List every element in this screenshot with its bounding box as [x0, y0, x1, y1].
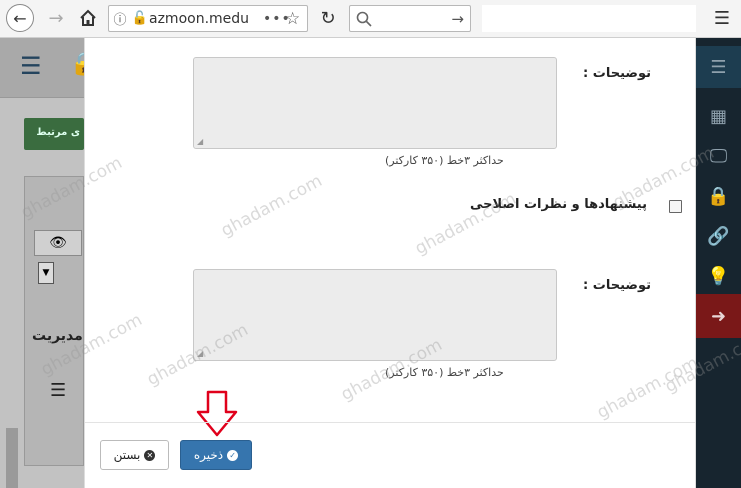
eye-slash-icon: 👁: [34, 230, 82, 256]
hamburger-menu-icon: ☰: [713, 7, 731, 29]
sign-out-icon: ➜: [696, 294, 741, 338]
close-circle-icon: ✕: [144, 449, 156, 461]
info-icon[interactable]: ⓘ: [109, 9, 131, 28]
menu-icon: ☰: [20, 52, 42, 80]
back-button[interactable]: ←: [6, 4, 34, 32]
forward-button[interactable]: →: [44, 5, 68, 31]
suggestions-checkbox[interactable]: [669, 200, 682, 213]
chevron-down-icon: ▼: [38, 262, 54, 284]
save-button-label: ذخیره: [193, 448, 224, 462]
monitor-icon: 🖵: [709, 145, 728, 167]
insecure-lock-icon[interactable]: 🔓: [131, 11, 149, 26]
description-label-2: توضیحات :: [583, 278, 651, 293]
check-circle-icon: ✓: [227, 449, 239, 461]
background-sidebar: ☰ ▦ 🖵 🔒 🔗 💡 ➜: [696, 38, 741, 488]
lightbulb-icon: 💡: [707, 265, 730, 287]
description-hint-2: حداکثر ۳خط (۳۵۰ کارکتر): [385, 366, 504, 379]
background-green-button: ی مرتبط: [24, 118, 84, 150]
resize-grip-icon[interactable]: ◢: [197, 137, 203, 146]
description-hint-1: حداکثر ۳خط (۳۵۰ کارکتر): [385, 154, 504, 167]
description-label-1: توضیحات :: [583, 66, 651, 81]
browser-menu-button[interactable]: ☰: [708, 5, 736, 31]
arrow-right-icon: →: [48, 7, 64, 29]
reload-icon: ↻: [320, 7, 336, 29]
background-app-left: ☰ 🔒 ی مرتبط 👁 ▼ مدیریت ☰: [0, 38, 97, 488]
modal-footer: ✕ بستن ✓ ذخیره: [85, 422, 695, 488]
search-go-icon[interactable]: →: [451, 10, 464, 28]
url-text[interactable]: azmoon.medu: [149, 11, 263, 27]
search-bar[interactable]: →: [349, 5, 471, 32]
lock-icon: 🔒: [707, 185, 730, 207]
home-icon: [80, 9, 96, 26]
link-icon: 🔗: [707, 225, 730, 247]
search-icon: [356, 11, 372, 27]
background-scrollbar: [6, 428, 18, 488]
home-button[interactable]: [76, 5, 100, 31]
background-panel: [24, 176, 84, 466]
page-actions-icon[interactable]: •••: [263, 11, 290, 27]
blank-toolbar-area: [482, 5, 696, 32]
arrow-left-icon: ←: [13, 8, 27, 28]
address-bar[interactable]: ⓘ 🔓 azmoon.medu ••• ☆: [108, 5, 308, 32]
close-button[interactable]: ✕ بستن: [100, 440, 169, 470]
close-button-label: بستن: [113, 448, 141, 462]
menu-icon: ☰: [696, 46, 741, 88]
numbered-list-icon: ☰: [50, 380, 67, 401]
suggestions-checkbox-label[interactable]: پیشنهادها و نظرات اصلاحی: [470, 197, 647, 212]
background-admin-text: مدیریت: [32, 328, 83, 344]
description-textarea-2[interactable]: ◢: [193, 269, 557, 361]
grid-icon: ▦: [709, 105, 727, 127]
resize-grip-icon[interactable]: ◢: [197, 349, 203, 358]
description-textarea-1[interactable]: ◢: [193, 57, 557, 149]
reload-button[interactable]: ↻: [316, 5, 340, 31]
save-button[interactable]: ✓ ذخیره: [180, 440, 252, 470]
bookmark-star-icon[interactable]: ☆: [285, 9, 307, 29]
browser-toolbar: ← → ⓘ 🔓 azmoon.medu ••• ☆ ↻ → ☰: [0, 0, 741, 38]
modal-dialog: توضیحات : ◢ حداکثر ۳خط (۳۵۰ کارکتر) پیشن…: [84, 38, 696, 488]
